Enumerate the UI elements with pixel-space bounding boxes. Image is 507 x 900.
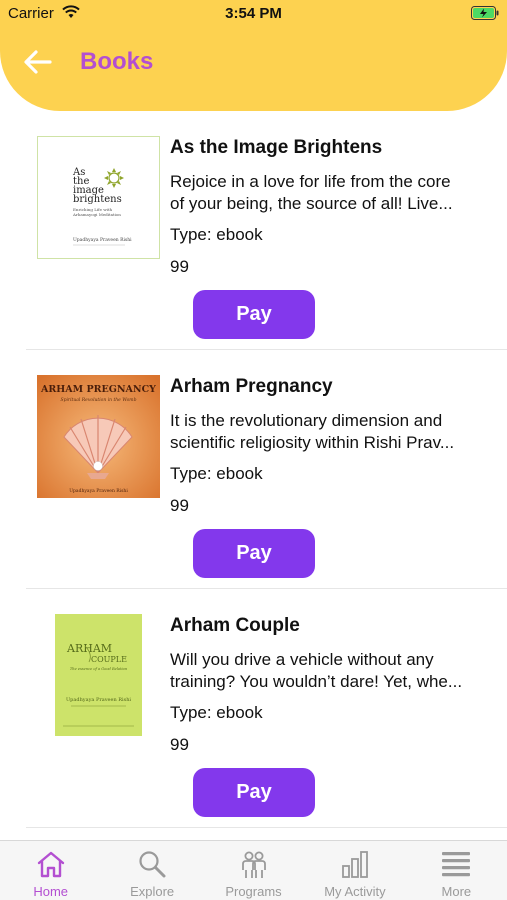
tab-more[interactable]: More <box>406 841 507 900</box>
book-type: Type: ebook <box>170 703 263 722</box>
battery-charging-icon <box>471 6 499 20</box>
book-price: 99 <box>170 496 189 515</box>
book-description: It is the revolutionary dimension and sc… <box>170 410 500 454</box>
cover-text: Upadhyaya Praveen Rishi <box>69 488 128 494</box>
clock: 3:54 PM <box>225 5 282 22</box>
description-line: Will you drive a vehicle without any <box>170 650 434 669</box>
bar-chart-icon <box>342 851 368 878</box>
tab-explore[interactable]: Explore <box>101 841 202 900</box>
book-list-item[interactable]: As the image brightens Enriching Life wi… <box>26 111 507 350</box>
book-title[interactable]: Arham Pregnancy <box>170 376 333 398</box>
cover-text: Arhamayogi Meditation <box>72 212 121 217</box>
description-line: of your being, the source of all! Live..… <box>170 194 453 213</box>
description-line: training? You wouldn’t dare! Yet, whe... <box>170 672 463 691</box>
description-line: It is the revolutionary dimension and <box>170 411 443 430</box>
tab-programs[interactable]: Programs <box>203 841 304 900</box>
description-line: scientific religiosity within Rishi Prav… <box>170 433 455 452</box>
cover-text: Spiritual Revolution in the Womb <box>61 397 137 403</box>
pay-button[interactable]: Pay <box>193 290 315 339</box>
cover-text: Upadhyaya Praveen Rishi <box>66 697 131 703</box>
book-title[interactable]: Arham Couple <box>170 615 300 637</box>
book-price: 99 <box>170 257 189 276</box>
book-description: Will you drive a vehicle without any tra… <box>170 649 500 693</box>
bottom-tab-bar: Home Explore Programs My Activity More <box>0 840 507 900</box>
arrow-left-icon[interactable] <box>22 48 54 76</box>
book-title[interactable]: As the Image Brightens <box>170 137 382 159</box>
tab-my-activity[interactable]: My Activity <box>304 841 405 900</box>
book-cover-arham-pregnancy[interactable]: ARHAM PREGNANCY Spiritual Revolution in … <box>37 375 160 498</box>
tab-label: Home <box>33 884 69 899</box>
book-list-item[interactable]: ARHAM COUPLE The essence of a Good Relat… <box>26 589 507 828</box>
cover-text: ARHAM PREGNANCY <box>40 384 156 395</box>
cover-text: Upadhyaya Praveen Rishi <box>73 237 132 243</box>
menu-icon <box>442 852 471 877</box>
book-list-item[interactable]: ARHAM PREGNANCY Spiritual Revolution in … <box>26 350 507 589</box>
description-line: Rejoice in a love for life from the core <box>170 172 451 191</box>
cover-text: The essence of a Good Relation <box>70 667 128 671</box>
pay-button[interactable]: Pay <box>193 768 315 817</box>
page-title: Books <box>80 48 154 75</box>
book-type: Type: ebook <box>170 464 263 483</box>
book-description: Rejoice in a love for life from the core… <box>170 171 500 215</box>
cover-text: brightens <box>73 194 122 205</box>
search-icon <box>139 851 166 878</box>
cover-text: COUPLE <box>91 655 127 664</box>
people-icon <box>241 851 266 878</box>
tab-label: More <box>441 884 472 899</box>
tab-home[interactable]: Home <box>0 841 101 900</box>
tab-label: My Activity <box>324 884 386 899</box>
status-bar: Carrier 3:54 PM <box>0 0 507 28</box>
book-list[interactable]: As the image brightens Enriching Life wi… <box>0 111 507 840</box>
tab-label: Programs <box>225 884 282 899</box>
book-cover-arham-couple[interactable]: ARHAM COUPLE The essence of a Good Relat… <box>55 614 142 736</box>
tab-label: Explore <box>130 884 175 899</box>
book-cover-as-the-image-brightens[interactable]: As the image brightens Enriching Life wi… <box>37 136 160 259</box>
book-type: Type: ebook <box>170 225 263 244</box>
pay-button[interactable]: Pay <box>193 529 315 578</box>
home-icon <box>37 851 64 878</box>
cover-text: ARHAM <box>66 642 112 655</box>
book-price: 99 <box>170 735 189 754</box>
